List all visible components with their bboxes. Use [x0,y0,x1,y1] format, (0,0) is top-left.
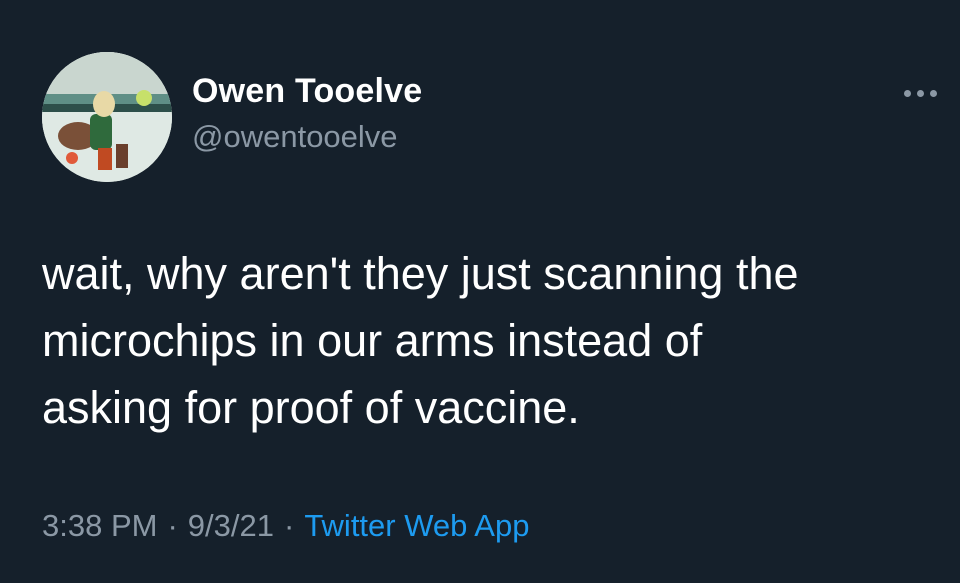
avatar-photo-icon [42,52,172,182]
tweet-time[interactable]: 3:38 PM [42,508,157,543]
author-handle[interactable]: @owentooelve [192,119,398,155]
meta-separator: · [283,508,295,543]
tweet-card: Owen Tooelve @owentooelve wait, why aren… [0,0,960,583]
tweet-text-line: wait, why aren't they just scanning the [42,248,799,299]
more-options-button[interactable] [896,80,944,106]
tweet-text-line: asking for proof of vaccine. [42,382,580,433]
meta-separator: · [167,508,178,543]
tweet-text: wait, why aren't they just scanning the … [42,240,947,441]
more-dot-icon [903,89,911,97]
tweet-metadata: 3:38 PM · 9/3/21 · Twitter Web App [42,508,529,544]
author-avatar[interactable] [42,52,172,182]
author-display-name[interactable]: Owen Tooelve [192,72,422,111]
more-dot-icon [916,89,924,97]
more-dot-icon [929,89,937,97]
tweet-text-line: microchips in our arms instead of [42,315,703,366]
tweet-source-link[interactable]: Twitter Web App [304,508,529,543]
tweet-date[interactable]: 9/3/21 [188,508,274,543]
